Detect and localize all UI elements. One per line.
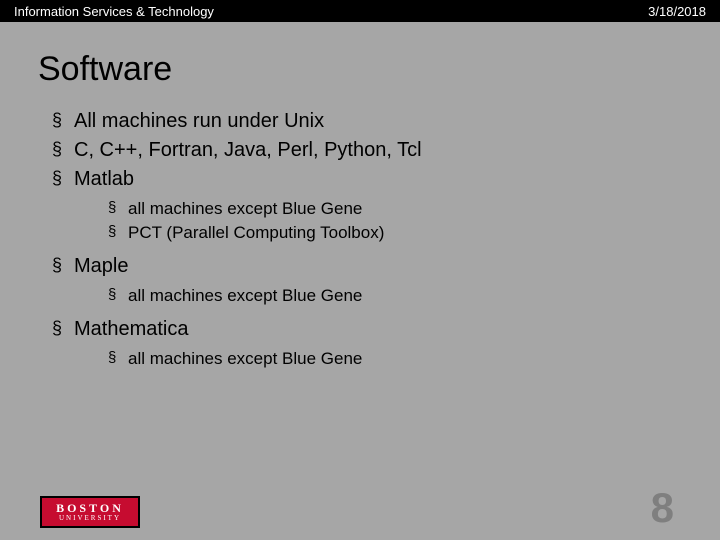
bullet-text: C, C++, Fortran, Java, Perl, Python, Tcl: [74, 139, 422, 161]
sub-bullet-list: all machines except Blue Gene: [74, 347, 720, 371]
bullet-item: Maple all machines except Blue Gene: [52, 252, 720, 315]
sub-bullet-list: all machines except Blue Gene PCT (Paral…: [74, 197, 720, 245]
bu-logo: BOSTON UNIVERSITY: [40, 496, 140, 528]
page-number: 8: [651, 484, 674, 532]
sub-bullet-item: PCT (Parallel Computing Toolbox): [108, 221, 720, 245]
slide-title: Software: [38, 50, 720, 89]
bullet-item: C, C++, Fortran, Java, Perl, Python, Tcl: [52, 136, 720, 165]
bullet-text: Maple: [74, 255, 128, 277]
bullet-item: Matlab all machines except Blue Gene PCT…: [52, 165, 720, 252]
bullet-text: Matlab: [74, 168, 134, 190]
bullet-text: Mathematica: [74, 318, 189, 340]
sub-bullet-item: all machines except Blue Gene: [108, 197, 720, 221]
header-org: Information Services & Technology: [14, 4, 214, 19]
bullet-item: Mathematica all machines except Blue Gen…: [52, 315, 720, 378]
logo-line2: UNIVERSITY: [59, 515, 121, 522]
logo-line1: BOSTON: [56, 502, 124, 514]
header-date: 3/18/2018: [648, 4, 706, 19]
bullet-list: All machines run under Unix C, C++, Fort…: [0, 107, 720, 378]
footer: BOSTON UNIVERSITY 8: [0, 484, 720, 528]
header-bar: Information Services & Technology 3/18/2…: [0, 0, 720, 22]
bullet-item: All machines run under Unix: [52, 107, 720, 136]
sub-bullet-list: all machines except Blue Gene: [74, 284, 720, 308]
sub-bullet-item: all machines except Blue Gene: [108, 284, 720, 308]
bullet-text: All machines run under Unix: [74, 110, 324, 132]
slide: Information Services & Technology 3/18/2…: [0, 0, 720, 540]
sub-bullet-item: all machines except Blue Gene: [108, 347, 720, 371]
